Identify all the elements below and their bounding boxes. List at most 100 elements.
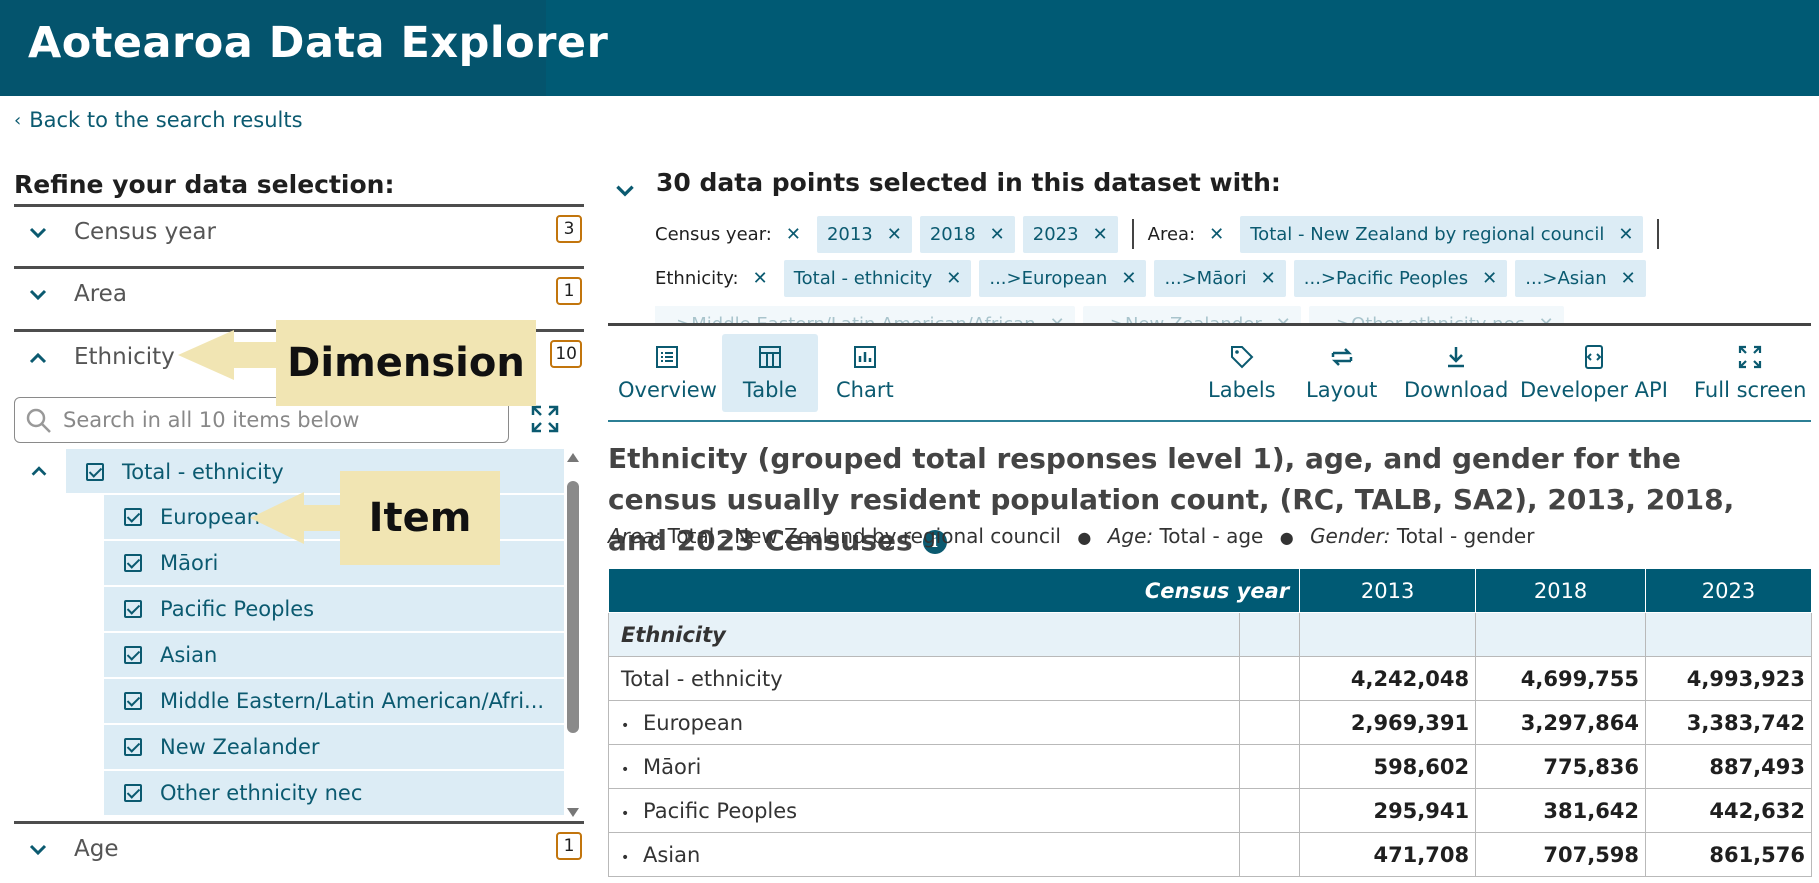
chip-ethnicity[interactable]: ...>Māori ✕ <box>1154 259 1286 297</box>
chip-ethnicity[interactable]: ...>European ✕ <box>979 259 1147 297</box>
full-screen-button[interactable]: Full screen <box>1686 334 1814 412</box>
table-row: • Māori 598,602 775,836 887,493 <box>607 744 1812 789</box>
scroll-down-arrow-icon[interactable] <box>567 808 579 817</box>
tab-label: Table <box>742 378 798 402</box>
close-icon[interactable]: ✕ <box>1482 268 1497 289</box>
tab-table[interactable]: Table <box>722 334 818 412</box>
chip-label: 2023 <box>1032 223 1079 245</box>
table-cell: 3,297,864 <box>1475 700 1647 745</box>
tab-overview[interactable]: Overview <box>610 334 725 412</box>
back-link[interactable]: ‹ Back to the search results <box>14 108 303 132</box>
close-icon[interactable]: ✕ <box>946 268 961 289</box>
table-cell: 295,941 <box>1299 788 1477 833</box>
table-cell: 4,993,923 <box>1645 656 1812 701</box>
chip-2013[interactable]: 2013 ✕ <box>816 215 912 253</box>
scrollbar-thumb[interactable] <box>567 481 579 733</box>
developer-api-button[interactable]: Developer API <box>1512 334 1676 412</box>
chip-2018[interactable]: 2018 ✕ <box>919 215 1015 253</box>
year-header: 2018 <box>1475 568 1647 613</box>
chip-divider <box>1657 219 1660 249</box>
selection-summary-title: 30 data points selected in this dataset … <box>656 168 1281 197</box>
chip-divider <box>1131 219 1134 249</box>
checkbox-checked-icon[interactable] <box>124 508 142 526</box>
close-icon[interactable]: ✕ <box>1093 224 1108 245</box>
row-label: Pacific Peoples <box>643 798 798 823</box>
chevron-left-icon: ‹ <box>14 109 22 131</box>
checkbox-checked-icon[interactable] <box>124 738 142 756</box>
bullet-icon: • <box>621 849 630 866</box>
table-row: Total - ethnicity 4,242,048 4,699,755 4,… <box>607 656 1812 701</box>
chip-2023[interactable]: 2023 ✕ <box>1022 215 1118 253</box>
tag-icon <box>1230 346 1254 369</box>
scroll-up-arrow-icon[interactable] <box>567 453 579 462</box>
chip-area-total[interactable]: Total - New Zealand by regional council ✕ <box>1240 215 1644 253</box>
layout-button[interactable]: Layout <box>1298 334 1385 412</box>
row-header: Total - ethnicity <box>607 656 1241 701</box>
close-icon[interactable]: ✕ <box>786 224 801 245</box>
close-icon[interactable]: ✕ <box>887 224 902 245</box>
checkbox-checked-icon[interactable] <box>124 646 142 664</box>
tree-scrollbar[interactable] <box>564 453 582 817</box>
chevron-up-icon[interactable] <box>28 460 50 482</box>
chip-ethnicity[interactable]: Total - ethnicity ✕ <box>783 259 972 297</box>
chevron-down-icon[interactable] <box>612 178 638 204</box>
tree-item-new-zealander[interactable]: New Zealander <box>104 725 564 770</box>
table-cell: 3,383,742 <box>1645 700 1812 745</box>
checkbox-checked-icon[interactable] <box>124 600 142 618</box>
dimension-census-year[interactable]: Census year 3 <box>14 204 584 266</box>
chip-group-label: Ethnicity: <box>655 267 739 289</box>
row-header: • Asian <box>607 832 1241 877</box>
labels-button[interactable]: Labels <box>1200 334 1284 412</box>
row-header: • European <box>607 700 1241 745</box>
dimension-count-badge: 1 <box>556 277 582 305</box>
dimension-area[interactable]: Area 1 <box>14 266 584 328</box>
table-cell <box>1299 612 1477 657</box>
table-row: • European 2,969,391 3,297,864 3,383,742 <box>607 700 1812 745</box>
tree-item-middle-eastern[interactable]: Middle Eastern/Latin American/Afri... <box>104 679 564 724</box>
chip-ethnicity[interactable]: ...>Asian ✕ <box>1515 259 1646 297</box>
tree-item-label: Other ethnicity nec <box>160 781 363 805</box>
tab-chart[interactable]: Chart <box>828 334 902 412</box>
close-icon[interactable]: ✕ <box>1261 268 1276 289</box>
tree-item-asian[interactable]: Asian <box>104 633 564 678</box>
table-cell <box>1645 612 1812 657</box>
table-cell: 887,493 <box>1645 744 1812 789</box>
year-header: 2023 <box>1645 568 1812 613</box>
subtitle-key: Area: <box>608 524 662 548</box>
search-input[interactable] <box>63 406 493 434</box>
close-icon[interactable]: ✕ <box>1621 268 1636 289</box>
tree-item-label: Total - ethnicity <box>122 459 284 484</box>
close-icon[interactable]: ✕ <box>1209 224 1224 245</box>
chip-label: 2018 <box>929 223 976 245</box>
table-cell: 861,576 <box>1645 832 1812 877</box>
chip-row-ethnicity-overflow: ...>Middle Eastern/Latin American/Africa… <box>655 305 1572 325</box>
table-cell: 442,632 <box>1645 788 1812 833</box>
checkbox-checked-icon[interactable] <box>124 692 142 710</box>
checkbox-checked-icon[interactable] <box>124 784 142 802</box>
checkbox-checked-icon[interactable] <box>86 462 104 481</box>
chip-label: ...>European <box>989 267 1108 289</box>
close-icon[interactable]: ✕ <box>753 268 768 289</box>
chip-ethnicity[interactable]: ...>Pacific Peoples ✕ <box>1293 259 1508 297</box>
download-button[interactable]: Download <box>1396 334 1516 412</box>
table-cell <box>1239 656 1301 701</box>
button-label: Download <box>1404 378 1509 402</box>
close-icon[interactable]: ✕ <box>990 224 1005 245</box>
tree-item-label: New Zealander <box>160 735 320 759</box>
chevron-down-icon <box>29 227 47 239</box>
table-row: • Asian 471,708 707,598 861,576 <box>607 832 1812 877</box>
table-icon <box>759 346 781 368</box>
table-cell: 598,602 <box>1299 744 1477 789</box>
expand-icon[interactable] <box>530 404 560 434</box>
checkbox-checked-icon[interactable] <box>124 554 142 572</box>
row-label: Asian <box>643 842 701 867</box>
tree-item-pacific-peoples[interactable]: Pacific Peoples <box>104 587 564 632</box>
close-icon[interactable]: ✕ <box>1121 268 1136 289</box>
dimension-label: Area <box>74 281 127 307</box>
tree-item-label: Middle Eastern/Latin American/Afri... <box>160 689 545 713</box>
api-icon <box>1584 345 1603 369</box>
callout-arrow-icon <box>250 492 342 544</box>
bullet-icon: • <box>621 761 630 778</box>
close-icon[interactable]: ✕ <box>1618 224 1633 245</box>
tree-item-other-ethnicity[interactable]: Other ethnicity nec <box>104 771 564 816</box>
